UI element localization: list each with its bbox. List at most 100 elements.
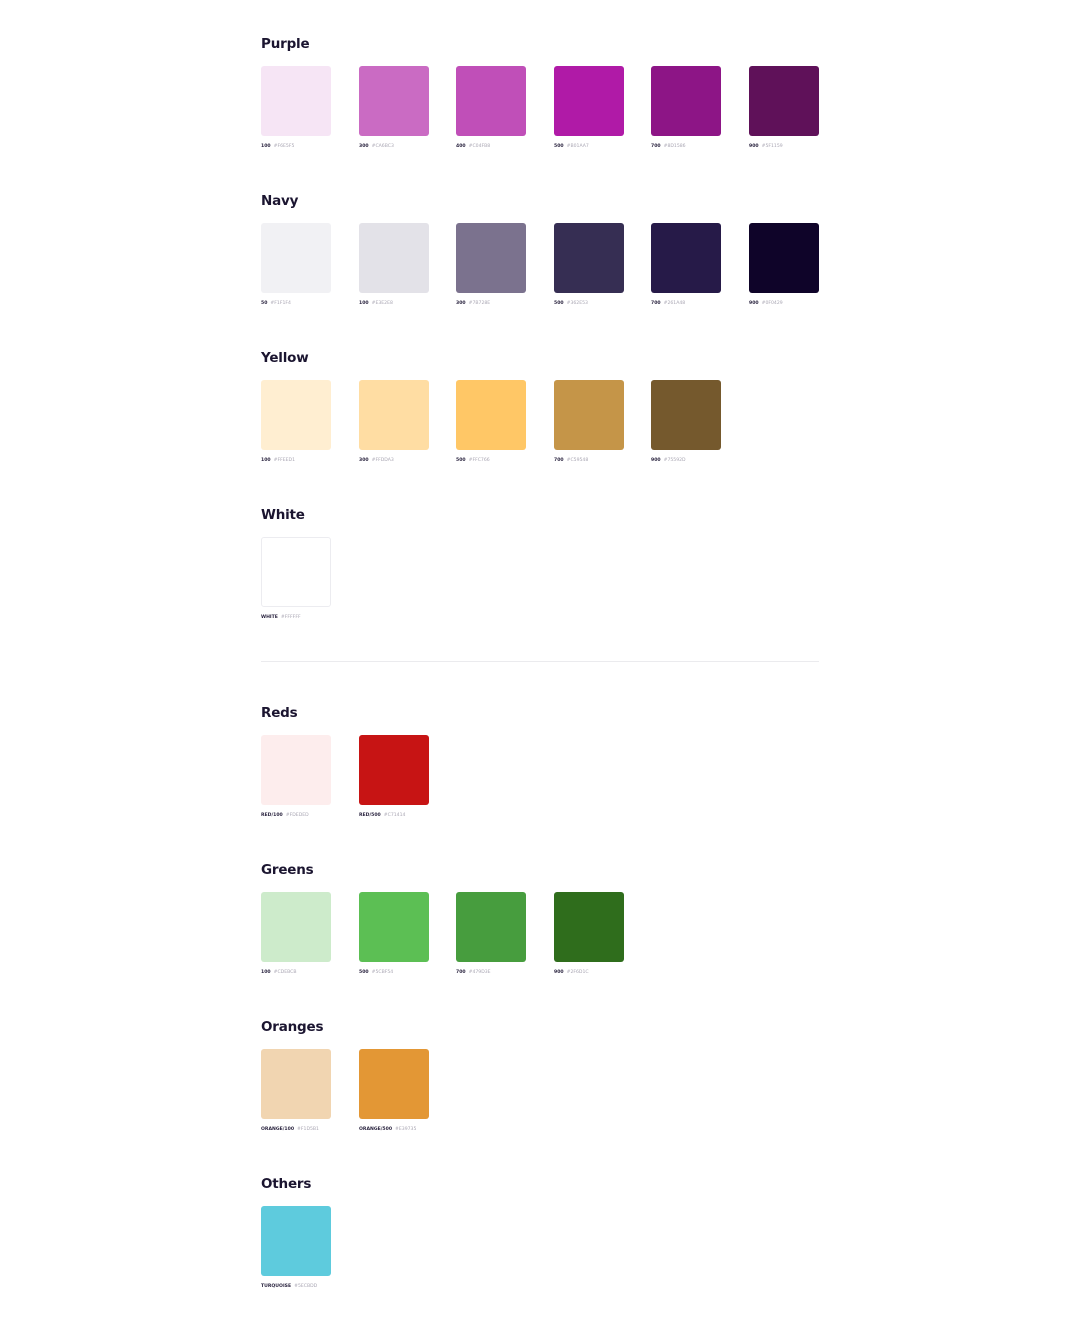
color-chip[interactable] bbox=[359, 735, 429, 805]
color-chip[interactable] bbox=[749, 66, 819, 136]
swatch[interactable]: ORANGE/100 #F1D5B1 bbox=[261, 1049, 359, 1133]
swatch-hex: #FFEED1 bbox=[273, 458, 295, 463]
swatch-name: 500 bbox=[554, 301, 564, 306]
swatch[interactable]: RED/100 #FDEDED bbox=[261, 735, 359, 819]
swatch-hex: #CA6BC3 bbox=[371, 144, 394, 149]
swatch-name: RED/500 bbox=[359, 813, 381, 818]
swatch[interactable]: 700 #261A48 bbox=[651, 223, 749, 307]
swatch[interactable]: 500 #B01AA7 bbox=[554, 66, 652, 150]
swatch[interactable]: 500 #362E53 bbox=[554, 223, 652, 307]
swatch-hex: #F1F1F4 bbox=[270, 301, 291, 306]
swatch-name: 900 bbox=[554, 970, 564, 975]
color-chip[interactable] bbox=[359, 380, 429, 450]
group-title: Oranges bbox=[261, 1019, 324, 1035]
swatch[interactable]: 100 #F6E5F5 bbox=[261, 66, 359, 150]
swatch-name: 700 bbox=[651, 301, 661, 306]
color-chip[interactable] bbox=[651, 223, 721, 293]
swatch[interactable]: 500 #5CBF54 bbox=[359, 892, 457, 976]
swatch[interactable]: 300 #7B728E bbox=[456, 223, 554, 307]
color-chip[interactable] bbox=[261, 1049, 331, 1119]
group-title: Reds bbox=[261, 705, 298, 721]
swatch[interactable]: TURQUOISE #5ECBDD bbox=[261, 1206, 359, 1290]
swatch-hex: #C71414 bbox=[383, 813, 406, 818]
color-chip[interactable] bbox=[554, 380, 624, 450]
swatch-name: 900 bbox=[749, 144, 759, 149]
color-chip[interactable] bbox=[261, 223, 331, 293]
swatch-hex: #362E53 bbox=[566, 301, 588, 306]
swatch[interactable]: 100 #CDEBCB bbox=[261, 892, 359, 976]
swatch[interactable]: 900 #5F1159 bbox=[749, 66, 847, 150]
swatch-name: 50 bbox=[261, 301, 268, 306]
color-chip[interactable] bbox=[359, 892, 429, 962]
swatch[interactable]: WHITE #FFFFFF bbox=[261, 537, 359, 621]
color-chip[interactable] bbox=[359, 66, 429, 136]
swatch-hex: #2F6D1C bbox=[566, 970, 589, 975]
swatch-name: 100 bbox=[261, 458, 271, 463]
color-chip[interactable] bbox=[261, 380, 331, 450]
color-chip[interactable] bbox=[651, 66, 721, 136]
swatch-name: ORANGE/500 bbox=[359, 1127, 393, 1132]
color-chip[interactable] bbox=[261, 892, 331, 962]
swatch-hex: #75592D bbox=[663, 458, 686, 463]
swatch-hex: #C59548 bbox=[566, 458, 589, 463]
color-chip[interactable] bbox=[651, 380, 721, 450]
swatch[interactable]: 300 #FFDDA3 bbox=[359, 380, 457, 464]
color-chip[interactable] bbox=[749, 223, 819, 293]
swatch-hex: #F6E5F5 bbox=[273, 144, 295, 149]
swatch-name: 500 bbox=[554, 144, 564, 149]
swatch[interactable]: 100 #E3E2E8 bbox=[359, 223, 457, 307]
swatch-hex: #E3E2E8 bbox=[371, 301, 393, 306]
swatch-name: WHITE bbox=[261, 615, 278, 620]
color-chip[interactable] bbox=[359, 1049, 429, 1119]
color-chip[interactable] bbox=[456, 380, 526, 450]
swatch[interactable]: 500 #FFC766 bbox=[456, 380, 554, 464]
swatch-hex: #5ECBDD bbox=[294, 1284, 318, 1289]
swatch-name: 100 bbox=[261, 970, 271, 975]
swatch[interactable]: 900 #2F6D1C bbox=[554, 892, 652, 976]
swatch[interactable]: 700 #8D1586 bbox=[651, 66, 749, 150]
swatch[interactable]: 900 #0F0429 bbox=[749, 223, 847, 307]
swatch[interactable]: 700 #C59548 bbox=[554, 380, 652, 464]
swatch[interactable]: RED/500 #C71414 bbox=[359, 735, 457, 819]
swatch-name: 500 bbox=[359, 970, 369, 975]
swatch-hex: #CDEBCB bbox=[273, 970, 297, 975]
swatch[interactable]: 900 #75592D bbox=[651, 380, 749, 464]
color-chip[interactable] bbox=[456, 66, 526, 136]
swatch[interactable]: 50 #F1F1F4 bbox=[261, 223, 359, 307]
swatch[interactable]: 700 #479D3E bbox=[456, 892, 554, 976]
swatch-name: 300 bbox=[456, 301, 466, 306]
color-chip[interactable] bbox=[261, 735, 331, 805]
swatch-hex: #FFC766 bbox=[468, 458, 490, 463]
swatch-name: 700 bbox=[554, 458, 564, 463]
color-chip[interactable] bbox=[554, 66, 624, 136]
swatch[interactable]: 300 #CA6BC3 bbox=[359, 66, 457, 150]
group-title: Purple bbox=[261, 36, 310, 52]
swatch[interactable]: ORANGE/500 #E39735 bbox=[359, 1049, 457, 1133]
swatch-name: 300 bbox=[359, 458, 369, 463]
color-chip[interactable] bbox=[261, 1206, 331, 1276]
color-chip[interactable] bbox=[554, 892, 624, 962]
color-chip[interactable] bbox=[554, 223, 624, 293]
swatch-name: 900 bbox=[749, 301, 759, 306]
swatch[interactable]: 100 #FFEED1 bbox=[261, 380, 359, 464]
swatch-hex: #0F0429 bbox=[761, 301, 783, 306]
swatch-hex: #8D1586 bbox=[663, 144, 686, 149]
swatch-hex: #261A48 bbox=[663, 301, 686, 306]
color-chip[interactable] bbox=[261, 66, 331, 136]
group-title: Yellow bbox=[261, 350, 309, 366]
swatch-name: 300 bbox=[359, 144, 369, 149]
swatch-name: 400 bbox=[456, 144, 466, 149]
swatch-name: RED/100 bbox=[261, 813, 283, 818]
color-chip[interactable] bbox=[456, 892, 526, 962]
swatch-hex: #C04FB8 bbox=[468, 144, 491, 149]
color-chip[interactable] bbox=[456, 223, 526, 293]
color-chip[interactable] bbox=[359, 223, 429, 293]
swatch-name: TURQUOISE bbox=[261, 1284, 292, 1289]
swatch-hex: #B01AA7 bbox=[566, 144, 589, 149]
swatch-name: 700 bbox=[651, 144, 661, 149]
group-title: Greens bbox=[261, 862, 314, 878]
swatch[interactable]: 400 #C04FB8 bbox=[456, 66, 554, 150]
color-chip[interactable] bbox=[261, 537, 331, 607]
section-divider bbox=[261, 661, 819, 662]
swatch-hex: #479D3E bbox=[468, 970, 491, 975]
